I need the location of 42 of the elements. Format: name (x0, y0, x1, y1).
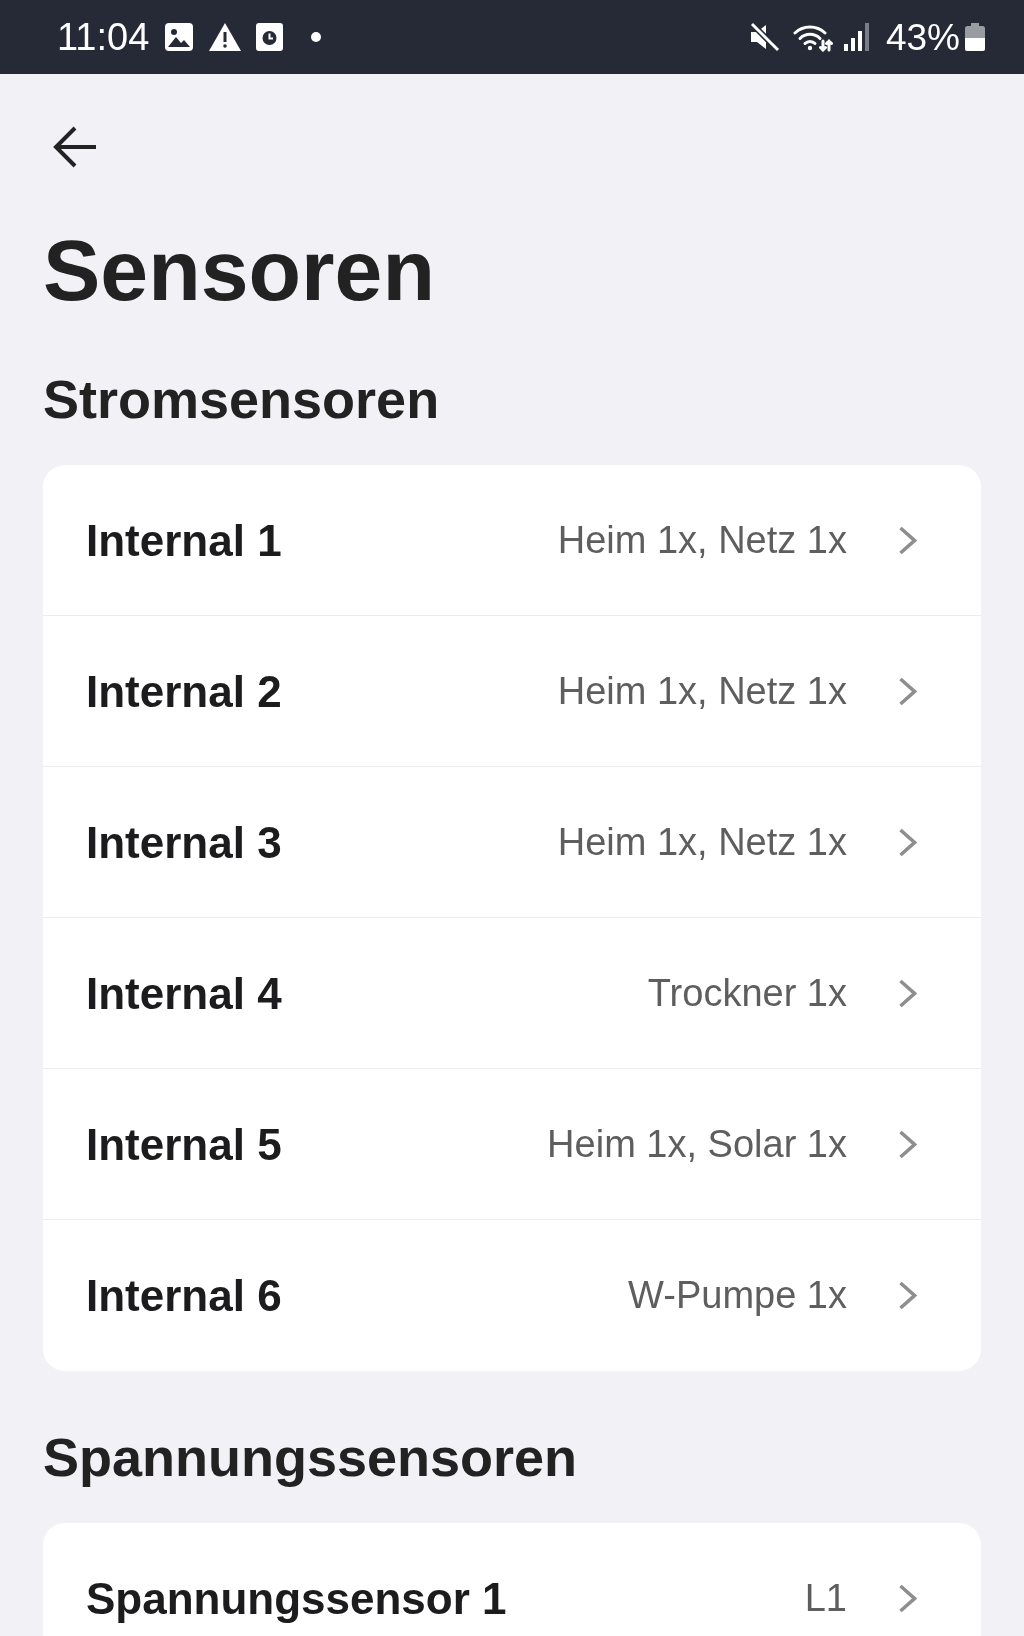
clock-icon (256, 23, 284, 51)
sensor-list-item[interactable]: Internal 3 Heim 1x, Netz 1x (43, 767, 981, 918)
chevron-right-icon (898, 677, 917, 706)
chevron-right-icon (898, 1130, 917, 1159)
section-heading: Spannungssensoren (43, 1426, 579, 1489)
chevron-right-icon (898, 979, 917, 1008)
sensor-name: Internal 5 (86, 1119, 282, 1171)
signal-icon (843, 23, 871, 51)
chevron-right-icon (898, 828, 917, 857)
sensor-list-item[interactable]: Internal 1 Heim 1x, Netz 1x (43, 465, 981, 616)
sensor-assignment: Heim 1x, Netz 1x (557, 518, 847, 563)
sensor-list-item[interactable]: Internal 6 W-Pumpe 1x (43, 1220, 981, 1371)
sensor-name: Spannungssensor 1 (86, 1572, 507, 1625)
sensor-list-item[interactable]: Internal 2 Heim 1x, Netz 1x (43, 616, 981, 767)
back-arrow-icon (52, 126, 96, 168)
notification-dot-icon (311, 32, 322, 42)
chevron-right-icon (898, 526, 917, 555)
mute-icon (748, 22, 780, 52)
sensor-assignment: Heim 1x, Solar 1x (547, 1122, 847, 1167)
warning-icon (209, 23, 242, 51)
battery-icon (965, 23, 985, 51)
sensor-assignment: Heim 1x, Netz 1x (557, 820, 847, 865)
sensor-name: Internal 6 (86, 1270, 282, 1322)
section-heading: Stromsensoren (43, 368, 441, 432)
page-title: Sensoren (43, 221, 436, 320)
sensor-assignment: Trockner 1x (647, 971, 847, 1016)
chevron-right-icon (898, 1583, 917, 1613)
back-button[interactable] (52, 126, 96, 168)
sensor-list-item[interactable]: Internal 5 Heim 1x, Solar 1x (43, 1069, 981, 1220)
sensor-assignment: W-Pumpe 1x (628, 1273, 847, 1318)
sensor-list-item[interactable]: Internal 4 Trockner 1x (43, 918, 981, 1069)
sensor-assignment: Heim 1x, Netz 1x (557, 669, 847, 714)
chevron-right-icon (898, 1281, 917, 1310)
sensor-name: Internal 3 (86, 817, 282, 869)
sensor-name: Internal 2 (86, 666, 282, 718)
clock-time: 11:04 (57, 18, 150, 56)
sensor-name: Internal 4 (86, 968, 282, 1020)
battery-percentage: 43% (885, 18, 960, 56)
sensor-assignment: L1 (804, 1575, 847, 1621)
sensor-list-item[interactable]: Spannungssensor 1 L1 (43, 1522, 981, 1636)
image-icon (165, 23, 194, 51)
sensor-name: Internal 1 (86, 515, 282, 567)
